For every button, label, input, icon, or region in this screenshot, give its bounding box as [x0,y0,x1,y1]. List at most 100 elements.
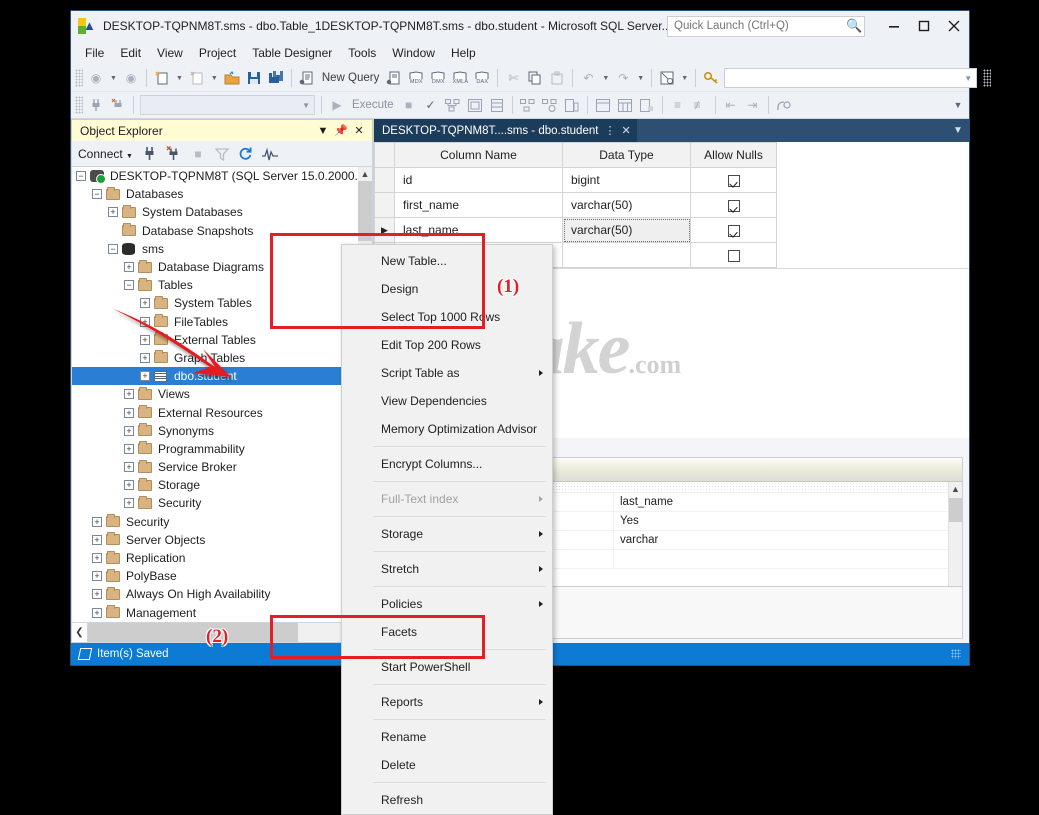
data-type-cell[interactable]: bigint [563,168,691,193]
generate-change-script-icon[interactable] [656,67,678,89]
context-menu-item-script-table-as[interactable]: Script Table as [342,359,552,387]
decrease-indent-icon[interactable]: ⇤ [720,94,742,116]
include-live-stats-icon[interactable] [539,94,561,116]
tree-node-system-tables[interactable]: +System Tables [72,294,372,312]
cut-icon[interactable]: ✄ [502,67,524,89]
object-explorer-tree[interactable]: −DESKTOP-TQPNM8T (SQL Server 15.0.2000.5… [71,167,373,623]
mdx-query-icon[interactable]: MDX [405,67,427,89]
expand-icon[interactable]: + [124,498,134,508]
set-primary-key-icon[interactable] [700,67,722,89]
scrollbar-thumb[interactable] [358,181,372,241]
relationships-icon[interactable] [636,94,658,116]
redo-caret-icon[interactable]: ▼ [634,75,647,82]
expand-icon[interactable]: + [140,353,150,363]
menu-window[interactable]: Window [384,44,443,62]
disconnect-icon[interactable] [107,94,129,116]
tree-node-databases[interactable]: −Databases [72,185,372,203]
checkbox-icon[interactable] [728,250,740,262]
menu-edit[interactable]: Edit [112,44,149,62]
change-script-caret-icon[interactable]: ▼ [678,75,691,82]
tree-node-database-diagrams[interactable]: +Database Diagrams [72,258,372,276]
navigate-back-caret-icon[interactable]: ▼ [107,75,120,82]
tab-close-icon[interactable]: ✕ [621,124,630,137]
toolbar-grip[interactable] [75,69,83,87]
context-menu-item-select-top-1000-rows[interactable]: Select Top 1000 Rows [342,303,552,331]
expand-icon[interactable]: + [108,207,118,217]
quick-launch-input[interactable] [672,19,846,33]
menu-file[interactable]: File [77,44,112,62]
tree-node-always-on-high-availability[interactable]: +Always On High Availability [72,585,372,603]
context-menu-item-policies[interactable]: Policies [342,590,552,618]
column-name-cell[interactable]: id [395,168,563,193]
stop-icon[interactable]: ■ [398,94,420,116]
property-value[interactable]: varchar [614,531,948,549]
tree-node-external-tables[interactable]: +External Tables [72,331,372,349]
tree-node-replication[interactable]: +Replication [72,549,372,567]
tree-node-polybase[interactable]: +PolyBase [72,567,372,585]
increase-indent-icon[interactable]: ⇥ [742,94,764,116]
scrollbar-thumb[interactable] [949,498,962,522]
expand-icon[interactable]: + [124,444,134,454]
add-table-icon[interactable] [592,94,614,116]
activity-monitor-icon[interactable] [259,144,281,164]
new-item-caret-icon[interactable]: ▼ [208,75,221,82]
database-engine-query-icon[interactable] [383,67,405,89]
allow-nulls-checkbox[interactable] [691,218,777,243]
scroll-up-icon[interactable]: ▲ [358,167,372,181]
allow-nulls-checkbox[interactable] [691,193,777,218]
context-menu-item-design[interactable]: Design [342,275,552,303]
tree-node-filetables[interactable]: +FileTables [72,313,372,331]
menu-project[interactable]: Project [191,44,244,62]
refresh-icon[interactable] [235,144,257,164]
hscroll-track[interactable] [88,623,372,642]
disconnect-plug-icon[interactable] [163,144,185,164]
specify-values-icon[interactable] [773,94,795,116]
allow-nulls-header[interactable]: Allow Nulls [691,143,777,168]
stop-icon[interactable]: ■ [187,144,209,164]
comment-lines-icon[interactable]: ≡ [667,94,689,116]
row-marker[interactable]: ▶ [375,218,395,243]
expand-icon[interactable]: + [92,589,102,599]
toolbar-combo-wide[interactable]: ▼ [724,68,977,88]
expand-icon[interactable]: + [92,608,102,618]
tree-node-dbo-student[interactable]: +dbo.student [72,367,372,385]
checkbox-icon[interactable] [728,200,740,212]
expand-icon[interactable]: + [92,535,102,545]
navigate-back-icon[interactable]: ◉ [85,67,107,89]
new-query-button[interactable]: New Query [318,67,384,89]
query-options-icon[interactable] [561,94,583,116]
column-name-cell[interactable]: first_name [395,193,563,218]
toolbar-overflow-icon[interactable]: ▼ [947,94,969,116]
copy-icon[interactable] [524,67,546,89]
tab-list-chevron-icon[interactable]: ▼ [947,119,969,142]
expand-icon[interactable]: + [124,389,134,399]
filter-icon[interactable] [211,144,233,164]
table-context-menu[interactable]: New Table...DesignSelect Top 1000 RowsEd… [341,244,553,815]
new-item-icon[interactable] [186,67,208,89]
table-row[interactable]: idbigint [375,168,969,193]
collapse-icon[interactable]: − [76,171,86,181]
menu-help[interactable]: Help [443,44,484,62]
expand-icon[interactable]: + [92,517,102,527]
data-type-cell[interactable]: varchar(50) [563,218,691,243]
execute-button[interactable]: Execute [348,94,398,116]
tree-node-server-objects[interactable]: +Server Objects [72,531,372,549]
context-menu-item-delete[interactable]: Delete [342,751,552,779]
collapse-icon[interactable]: − [124,280,134,290]
data-type-cell[interactable]: varchar(50) [563,193,691,218]
resize-grip-icon[interactable] [951,649,961,659]
allow-nulls-checkbox[interactable] [691,243,777,268]
column-name-cell[interactable]: last_name [395,218,563,243]
data-type-cell[interactable] [563,243,691,268]
new-project-caret-icon[interactable]: ▼ [173,75,186,82]
available-databases-combo[interactable]: ▼ [140,95,315,115]
expand-icon[interactable]: + [140,317,150,327]
table-row[interactable]: ▶last_namevarchar(50) [375,218,969,243]
navigate-forward-icon[interactable]: ◉ [120,67,142,89]
column-name-header[interactable]: Column Name [395,143,563,168]
tree-node-storage[interactable]: +Storage [72,476,372,494]
expand-icon[interactable]: + [92,553,102,563]
panel-close-icon[interactable]: ✕ [350,124,368,137]
tree-node-external-resources[interactable]: +External Resources [72,403,372,421]
dax-query-icon[interactable]: DAX [471,67,493,89]
